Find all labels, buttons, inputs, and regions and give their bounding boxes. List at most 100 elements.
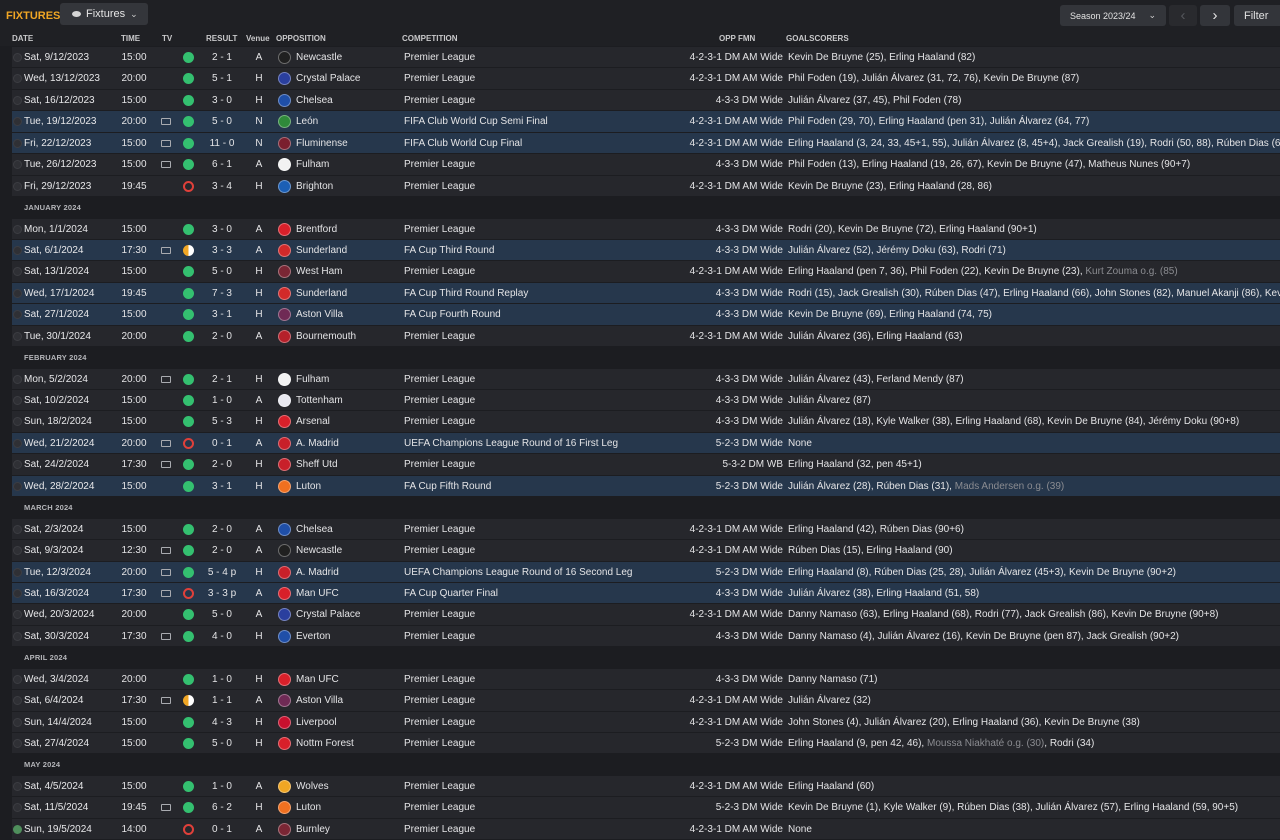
row-select-checkbox[interactable] (13, 631, 22, 641)
opposition-name[interactable]: Luton (296, 476, 411, 497)
fixture-score[interactable]: 6 - 2 (205, 797, 239, 818)
next-button[interactable]: › (1200, 5, 1230, 26)
col-goalscorers[interactable]: GOALSCORERS (786, 34, 849, 43)
competition-name[interactable]: Premier League (404, 776, 684, 797)
row-select-checkbox[interactable] (13, 160, 22, 170)
fixtures-view-dropdown[interactable]: Fixtures ⌄ (60, 3, 148, 25)
row-select-checkbox[interactable] (13, 588, 22, 598)
fixture-row[interactable]: Sat, 27/4/2024 15:00 5 - 0 H Nottm Forest Pre… (12, 733, 1280, 755)
opposition-name[interactable]: Nottm Forest (296, 733, 411, 754)
fixture-row[interactable]: Sat, 9/3/2024 12:30 2 - 0 A Newcastle Premier… (12, 540, 1280, 562)
row-select-checkbox[interactable] (13, 138, 22, 148)
opposition-name[interactable]: Aston Villa (296, 304, 411, 325)
competition-name[interactable]: Premier League (404, 626, 684, 647)
row-select-checkbox[interactable] (13, 717, 22, 727)
competition-name[interactable]: Premier League (404, 369, 684, 390)
fixture-row[interactable]: Wed, 17/1/2024 19:45 7 - 3 H Sunderland FA Cu… (12, 282, 1280, 305)
col-date[interactable]: DATE (12, 34, 33, 43)
fixture-score[interactable]: 2 - 1 (205, 369, 239, 390)
row-select-checkbox[interactable] (13, 696, 22, 706)
fixture-score[interactable]: 1 - 1 (205, 690, 239, 711)
fixture-score[interactable]: 2 - 0 (205, 519, 239, 540)
row-select-checkbox[interactable] (13, 74, 22, 84)
fixture-score[interactable]: 2 - 1 (205, 47, 239, 68)
fixture-row[interactable]: Sat, 6/4/2024 17:30 1 - 1 A Aston Villa Premi… (12, 690, 1280, 712)
opposition-name[interactable]: Bournemouth (296, 326, 411, 347)
row-select-checkbox[interactable] (13, 331, 22, 341)
fixture-score[interactable]: 3 - 1 (205, 476, 239, 497)
row-select-checkbox[interactable] (13, 224, 22, 234)
competition-name[interactable]: Premier League (404, 819, 684, 840)
competition-name[interactable]: Premier League (404, 712, 684, 733)
fixture-score[interactable]: 5 - 4 p (205, 562, 239, 583)
row-select-checkbox[interactable] (13, 567, 22, 577)
row-select-checkbox[interactable] (13, 781, 22, 791)
opposition-name[interactable]: Arsenal (296, 411, 411, 432)
opposition-name[interactable]: Brentford (296, 219, 411, 240)
row-select-checkbox[interactable] (13, 417, 22, 427)
fixture-row[interactable]: Sat, 4/5/2024 15:00 1 - 0 A Wolves Premier Le… (12, 775, 1280, 798)
fixture-score[interactable]: 2 - 0 (205, 540, 239, 561)
competition-name[interactable]: FA Cup Third Round Replay (404, 283, 684, 304)
opposition-name[interactable]: Fluminense (296, 133, 411, 154)
fixture-row[interactable]: Sun, 18/2/2024 15:00 5 - 3 H Arsenal Premier … (12, 411, 1280, 433)
fixture-score[interactable]: 0 - 1 (205, 819, 239, 840)
row-select-checkbox[interactable] (13, 53, 22, 62)
fixture-row[interactable]: Sat, 10/2/2024 15:00 1 - 0 A Tottenham Premie… (12, 390, 1280, 412)
opposition-name[interactable]: West Ham (296, 261, 411, 282)
opposition-name[interactable]: Burnley (296, 819, 411, 840)
fixture-row[interactable]: Sat, 27/1/2024 15:00 3 - 1 H Aston Villa FA C… (12, 304, 1280, 326)
opposition-name[interactable]: Man UFC (296, 583, 411, 604)
competition-name[interactable]: Premier League (404, 519, 684, 540)
filter-button[interactable]: Filter (1234, 5, 1280, 26)
opposition-name[interactable]: Everton (296, 626, 411, 647)
opposition-name[interactable]: Crystal Palace (296, 68, 411, 89)
fixture-score[interactable]: 2 - 0 (205, 454, 239, 475)
row-select-checkbox[interactable] (13, 267, 22, 277)
row-select-checkbox[interactable] (13, 396, 22, 405)
fixture-row[interactable]: Wed, 21/2/2024 20:00 0 - 1 A A. Madrid UEFA C… (12, 432, 1280, 455)
row-select-checkbox[interactable] (13, 824, 22, 834)
fixture-row[interactable]: Tue, 30/1/2024 20:00 2 - 0 A Bournemouth Prem… (12, 325, 1280, 348)
competition-name[interactable]: Premier League (404, 219, 684, 240)
opposition-name[interactable]: Luton (296, 797, 411, 818)
competition-name[interactable]: FA Cup Quarter Final (404, 583, 684, 604)
fixture-score[interactable]: 1 - 0 (205, 390, 239, 411)
opposition-name[interactable]: Newcastle (296, 47, 411, 68)
col-opp-fmn[interactable]: OPP FMN (719, 34, 755, 43)
competition-name[interactable]: FIFA Club World Cup Final (404, 133, 684, 154)
opposition-name[interactable]: A. Madrid (296, 562, 411, 583)
col-competition[interactable]: COMPETITION (402, 34, 458, 43)
fixture-score[interactable]: 4 - 3 (205, 712, 239, 733)
row-select-checkbox[interactable] (13, 610, 22, 620)
competition-name[interactable]: Premier League (404, 411, 684, 432)
season-selector[interactable]: Season 2023/24 ⌄ (1060, 5, 1166, 26)
fixture-score[interactable]: 3 - 3 p (205, 583, 239, 604)
competition-name[interactable]: Premier League (404, 604, 684, 625)
opposition-name[interactable]: León (296, 111, 411, 132)
fixture-score[interactable]: 5 - 3 (205, 411, 239, 432)
fixture-score[interactable]: 5 - 0 (205, 111, 239, 132)
row-select-checkbox[interactable] (13, 245, 22, 255)
competition-name[interactable]: Premier League (404, 68, 684, 89)
competition-name[interactable]: UEFA Champions League Round of 16 Second… (404, 562, 684, 583)
previous-button[interactable]: ‹ (1169, 5, 1197, 26)
competition-name[interactable]: Premier League (404, 540, 684, 561)
competition-name[interactable]: Premier League (404, 733, 684, 754)
row-select-checkbox[interactable] (13, 803, 22, 813)
row-select-checkbox[interactable] (13, 460, 22, 470)
fixture-row[interactable]: Sat, 16/3/2024 17:30 3 - 3 p A Man UFC FA Cup… (12, 582, 1280, 605)
col-opposition[interactable]: OPPOSITION (276, 34, 326, 43)
competition-name[interactable]: Premier League (404, 154, 684, 175)
opposition-name[interactable]: Fulham (296, 369, 411, 390)
competition-name[interactable]: Premier League (404, 454, 684, 475)
fixture-row[interactable]: Tue, 26/12/2023 15:00 6 - 1 A Fulham Premier … (12, 154, 1280, 176)
opposition-name[interactable]: Liverpool (296, 712, 411, 733)
competition-name[interactable]: Premier League (404, 669, 684, 690)
fixture-row[interactable]: Sun, 14/4/2024 15:00 4 - 3 H Liverpool Premie… (12, 711, 1280, 733)
opposition-name[interactable]: Chelsea (296, 519, 411, 540)
row-select-checkbox[interactable] (13, 181, 22, 191)
opposition-name[interactable]: Crystal Palace (296, 604, 411, 625)
fixture-score[interactable]: 3 - 4 (205, 176, 239, 197)
competition-name[interactable]: Premier League (404, 47, 684, 68)
